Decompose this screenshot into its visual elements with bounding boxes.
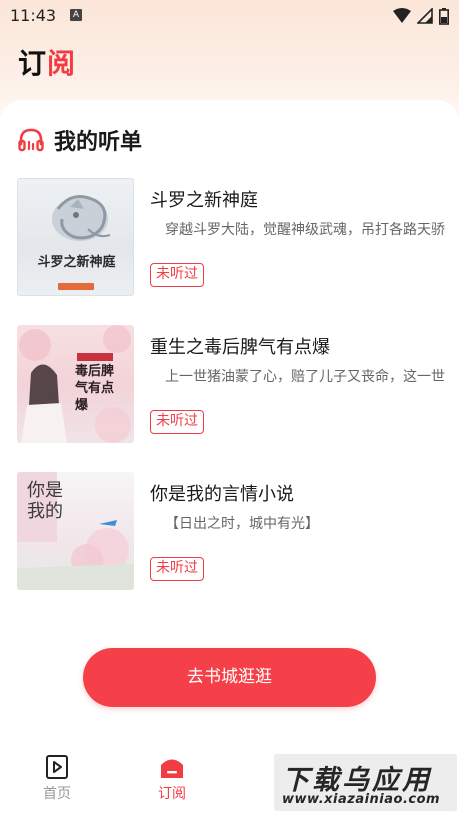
subscribe-icon	[161, 759, 183, 778]
section-header: 我的听单	[18, 124, 142, 156]
play-book-icon	[46, 755, 68, 779]
cover-title: 你是我的	[27, 480, 63, 522]
headphones-icon	[18, 128, 44, 152]
book-title[interactable]: 重生之毒后脾气有点爆	[150, 333, 330, 359]
go-to-bookstore-button[interactable]: 去书城逛逛	[83, 648, 376, 707]
page-title: 订阅	[18, 42, 76, 82]
book-title[interactable]: 你是我的言情小说	[150, 480, 294, 506]
tab-subscribe[interactable]: 订阅	[137, 754, 207, 810]
wifi-icon	[393, 8, 411, 23]
cover-title: 毒后脾气有点爆	[75, 364, 115, 413]
book-item[interactable]: 毒后脾气有点爆 重生之毒后脾气有点爆 上一世猪油蒙了心，赔了儿子又丧命，这一世 …	[17, 325, 445, 443]
listen-status-badge: 未听过	[150, 410, 204, 434]
watermark-logo: 下载乌应用 www.xiazainiao.com	[274, 754, 457, 811]
cover-publisher-mark	[58, 283, 94, 290]
section-title: 我的听单	[54, 130, 143, 155]
listen-status-badge: 未听过	[150, 557, 204, 581]
tab-home-label: 首页	[43, 786, 71, 802]
battery-icon	[439, 7, 449, 25]
book-item[interactable]: 斗罗之新神庭 斗罗之新神庭 穿越斗罗大陆，觉醒神级武魂，吊打各路天骄 未听过	[17, 178, 445, 296]
cover-title: 斗罗之新神庭	[37, 255, 116, 270]
book-cover[interactable]: 你是我的	[17, 472, 134, 590]
book-description: 穿越斗罗大陆，觉醒神级武魂，吊打各路天骄	[165, 222, 445, 238]
notification-icon: A	[70, 9, 82, 21]
status-bar: 11:43 A	[0, 0, 459, 32]
tab-home[interactable]: 首页	[22, 754, 92, 810]
page-title-part1: 订	[18, 47, 48, 80]
book-title[interactable]: 斗罗之新神庭	[150, 186, 258, 212]
cover-dragon-art	[52, 195, 111, 241]
tab-subscribe-label: 订阅	[158, 786, 186, 802]
book-description: 【日出之时，城中有光】	[165, 516, 319, 532]
watermark-url: www.xiazainiao.com	[282, 792, 441, 807]
book-cover[interactable]: 毒后脾气有点爆	[17, 325, 134, 443]
page-title-part2: 阅	[47, 47, 77, 80]
book-description: 上一世猪油蒙了心，赔了儿子又丧命，这一世	[165, 369, 445, 385]
book-cover[interactable]: 斗罗之新神庭	[17, 178, 134, 296]
status-time: 11:43	[10, 6, 57, 25]
status-icons	[393, 7, 449, 25]
signal-icon	[417, 8, 433, 24]
book-item[interactable]: 你是我的 你是我的言情小说 【日出之时，城中有光】 未听过	[17, 472, 443, 590]
listen-status-badge: 未听过	[150, 263, 204, 287]
